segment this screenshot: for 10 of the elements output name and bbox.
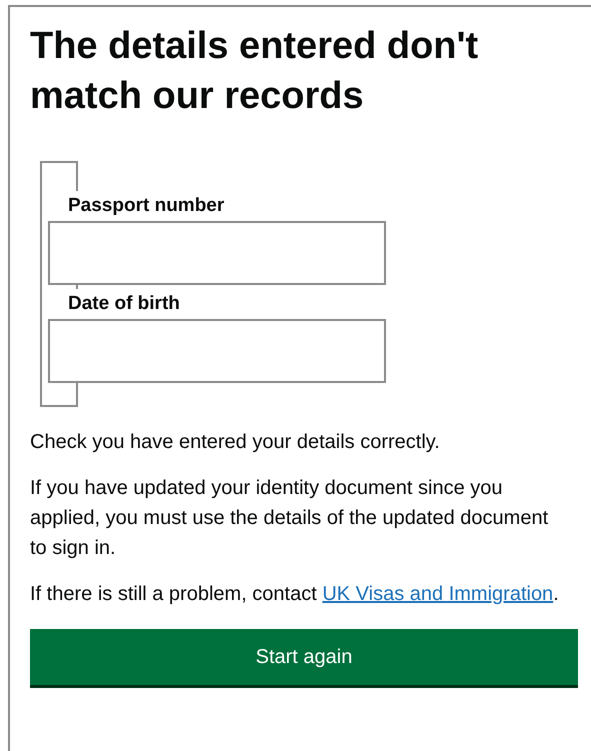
start-again-button[interactable]: Start again	[30, 629, 578, 685]
contact-link[interactable]: UK Visas and Immigration	[322, 583, 554, 605]
body-text: Check you have entered your details correctly.	[30, 430, 441, 455]
page-heading: The details entered don't match our records	[30, 24, 480, 119]
input-field[interactable]	[48, 221, 386, 285]
field-label: Passport number	[68, 191, 224, 221]
input-field[interactable]	[48, 319, 386, 383]
field-label: Date of birth	[68, 289, 180, 319]
body-text: If you have updated your identity document since you applied, you must use the details of the updated document to sign in.	[30, 476, 550, 561]
body-text: If there is still a problem, contact UK Visas and Immigration.	[30, 582, 560, 607]
